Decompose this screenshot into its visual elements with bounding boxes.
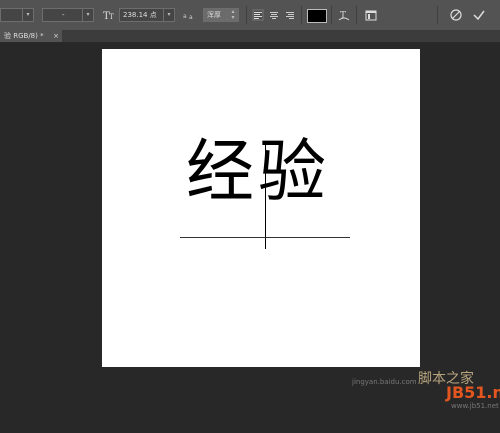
- updown-icon: ▴ ▾: [227, 9, 238, 21]
- watermark-baidu: jingyan.baidu.com: [352, 378, 417, 386]
- watermark-brand: JB51.net: [446, 383, 500, 402]
- text-baseline: [180, 237, 350, 238]
- svg-text:a: a: [183, 13, 187, 20]
- divider: [331, 6, 332, 24]
- chevron-down-icon: ▾: [82, 9, 93, 21]
- font-style-value: -: [62, 11, 65, 19]
- svg-text:a: a: [189, 14, 193, 21]
- svg-text:T: T: [340, 11, 346, 21]
- chevron-down-icon: ▾: [163, 9, 174, 21]
- divider: [301, 6, 302, 24]
- close-icon[interactable]: ×: [53, 30, 59, 42]
- text-cursor: [265, 144, 266, 249]
- font-size-field[interactable]: 238.14 点 ▾: [119, 8, 175, 22]
- anti-alias-icon: aa: [182, 7, 196, 23]
- commit-check-icon[interactable]: [472, 7, 486, 23]
- swatch-fill: [308, 10, 326, 22]
- text-color-swatch[interactable]: [307, 9, 327, 23]
- divider: [437, 6, 438, 24]
- anti-alias-value: 浑厚: [207, 11, 221, 19]
- document-tab-bar: 验 RGB/8) * ×: [0, 30, 500, 43]
- document-tab[interactable]: 验 RGB/8) * ×: [0, 30, 62, 42]
- font-family-dropdown[interactable]: ▾: [0, 8, 34, 22]
- warp-text-icon[interactable]: T: [337, 7, 351, 23]
- divider: [246, 6, 247, 24]
- document-canvas[interactable]: 经验: [102, 49, 420, 367]
- font-size-value: 238.14 点: [123, 11, 157, 19]
- options-bar: ▾ - ▾ TT 238.14 点 ▾ aa 浑厚 ▴ ▾ T: [0, 0, 500, 31]
- document-tab-label: 验 RGB/8) *: [4, 32, 44, 40]
- text-layer[interactable]: 经验: [186, 139, 330, 207]
- character-panel-icon[interactable]: [364, 7, 378, 23]
- svg-text:T: T: [109, 13, 114, 21]
- align-center-button[interactable]: [267, 7, 281, 23]
- align-left-button[interactable]: [251, 7, 265, 23]
- chevron-down-icon: ▾: [22, 9, 33, 21]
- align-right-button[interactable]: [283, 7, 297, 23]
- divider: [356, 6, 357, 24]
- anti-alias-dropdown[interactable]: 浑厚 ▴ ▾: [203, 8, 239, 22]
- font-size-icon: TT: [102, 7, 116, 23]
- cancel-icon[interactable]: [449, 7, 463, 23]
- watermark-url: www.jb51.net: [451, 402, 499, 410]
- font-style-dropdown[interactable]: - ▾: [42, 8, 94, 22]
